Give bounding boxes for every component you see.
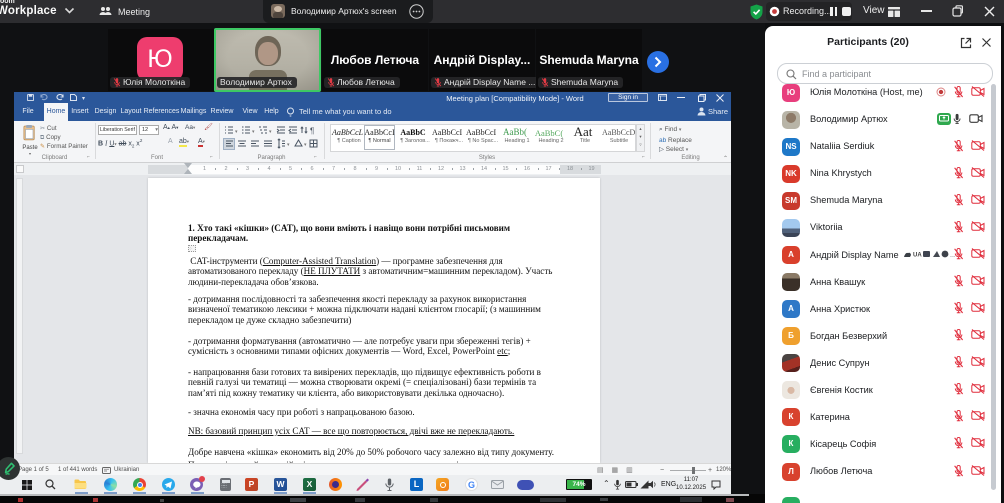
- svg-text:▾: ▾: [252, 129, 255, 135]
- svg-text:▾: ▾: [235, 129, 238, 135]
- svg-text:UA: UA: [913, 253, 922, 259]
- svg-text:▾: ▾: [304, 142, 307, 148]
- svg-text:▾: ▾: [287, 142, 290, 148]
- svg-text:▾: ▾: [269, 129, 272, 135]
- svg-text:¶: ¶: [310, 127, 314, 136]
